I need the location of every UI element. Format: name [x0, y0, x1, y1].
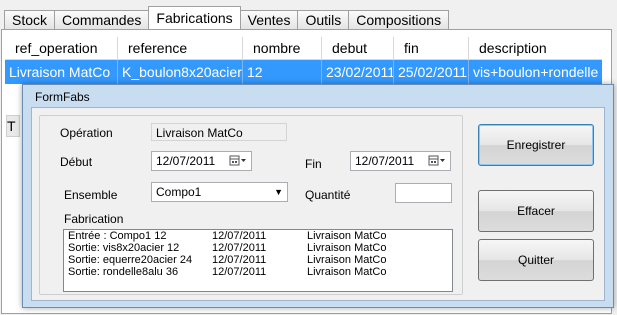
grid-header: ref_operation reference nombre debut fin…: [5, 37, 602, 60]
list-item-operation: Livraison MatCo: [307, 266, 387, 278]
debut-date-picker[interactable]: 12/07/2011: [151, 151, 252, 171]
ensemble-select[interactable]: Compo1 ▼: [151, 182, 288, 202]
save-button[interactable]: Enregistrer: [478, 124, 594, 166]
cell-ref-operation[interactable]: Livraison MatCo: [5, 60, 118, 84]
list-item-operation: Livraison MatCo: [307, 242, 387, 254]
tab-strip: Stock Commandes Fabrications Ventes Outi…: [4, 6, 450, 29]
list-item[interactable]: Sortie: rondelle8alu 36 12/07/2011 Livra…: [64, 266, 452, 278]
fabrication-listbox[interactable]: Entrée : Compo1 12 12/07/2011 Livraison …: [63, 229, 453, 292]
formfabs-dialog: FormFabs Opération Livraison MatCo Début…: [22, 84, 614, 308]
column-header-fin[interactable]: fin: [394, 37, 469, 59]
cell-reference[interactable]: K_boulon8x20acier: [118, 60, 243, 84]
fin-date-value: 12/07/2011: [355, 154, 415, 168]
list-item-date: 12/07/2011: [212, 254, 267, 266]
tab-compositions[interactable]: Compositions: [348, 10, 450, 29]
tab-commandes[interactable]: Commandes: [54, 10, 150, 29]
debut-date-value: 12/07/2011: [156, 154, 216, 168]
tab-stock[interactable]: Stock: [4, 10, 56, 29]
quantite-label: Quantité: [305, 188, 351, 202]
list-item[interactable]: Sortie: equerre20acier 24 12/07/2011 Liv…: [64, 254, 452, 266]
calendar-icon[interactable]: [228, 154, 248, 168]
calendar-icon[interactable]: [427, 154, 447, 168]
column-header-reference[interactable]: reference: [118, 37, 243, 59]
operation-label: Opération: [60, 126, 113, 140]
clear-button[interactable]: Effacer: [478, 190, 594, 232]
fabrications-grid: ref_operation reference nombre debut fin…: [5, 37, 602, 84]
debut-label: Début: [60, 155, 93, 169]
list-item[interactable]: Entrée : Compo1 12 12/07/2011 Livraison …: [64, 230, 452, 242]
ensemble-label: Ensemble: [64, 188, 118, 202]
quantite-input[interactable]: [395, 183, 452, 203]
dialog-client-area: Opération Livraison MatCo Début 12/07/20…: [31, 107, 605, 301]
chevron-down-icon[interactable]: ▼: [274, 183, 283, 201]
list-item-text: Sortie: vis8x20acier 12: [68, 242, 180, 254]
tab-ventes[interactable]: Ventes: [239, 10, 299, 29]
list-item-date: 12/07/2011: [212, 242, 267, 254]
operation-value: Livraison MatCo: [151, 123, 287, 141]
tab-outils[interactable]: Outils: [297, 10, 350, 29]
column-header-debut[interactable]: debut: [322, 37, 394, 59]
list-item-text: Sortie: rondelle8alu 36: [68, 266, 179, 278]
fabrication-groupbox: Opération Livraison MatCo Début 12/07/20…: [39, 115, 463, 295]
list-item-date: 12/07/2011: [212, 266, 267, 278]
list-item[interactable]: Sortie: vis8x20acier 12 12/07/2011 Livra…: [64, 242, 452, 254]
dialog-title: FormFabs: [35, 90, 90, 104]
column-header-nombre[interactable]: nombre: [243, 37, 322, 59]
list-item-operation: Livraison MatCo: [307, 254, 387, 266]
table-row[interactable]: Livraison MatCo K_boulon8x20acier 12 23/…: [5, 60, 602, 84]
column-header-description[interactable]: description: [469, 37, 602, 59]
fabrication-label: Fabrication: [64, 212, 124, 226]
cell-debut[interactable]: 23/02/2011: [322, 60, 394, 84]
quit-button[interactable]: Quitter: [478, 239, 594, 281]
fin-date-picker[interactable]: 12/07/2011: [350, 151, 451, 171]
cell-nombre[interactable]: 12: [243, 60, 322, 84]
list-item-date: 12/07/2011: [212, 230, 267, 242]
list-item-operation: Livraison MatCo: [307, 230, 387, 242]
column-header-ref-operation[interactable]: ref_operation: [5, 37, 118, 59]
table-row-partial[interactable]: T: [6, 115, 20, 137]
list-item-text: Entrée : Compo1 12: [68, 230, 167, 242]
cell-description[interactable]: vis+boulon+rondelle: [469, 60, 602, 84]
ensemble-selected-value: Compo1: [156, 185, 202, 199]
cell-fin[interactable]: 25/02/2011: [394, 60, 469, 84]
fin-label: Fin: [305, 157, 322, 171]
list-item-text: Sortie: equerre20acier 24: [68, 254, 193, 266]
tab-fabrications[interactable]: Fabrications: [148, 6, 241, 29]
